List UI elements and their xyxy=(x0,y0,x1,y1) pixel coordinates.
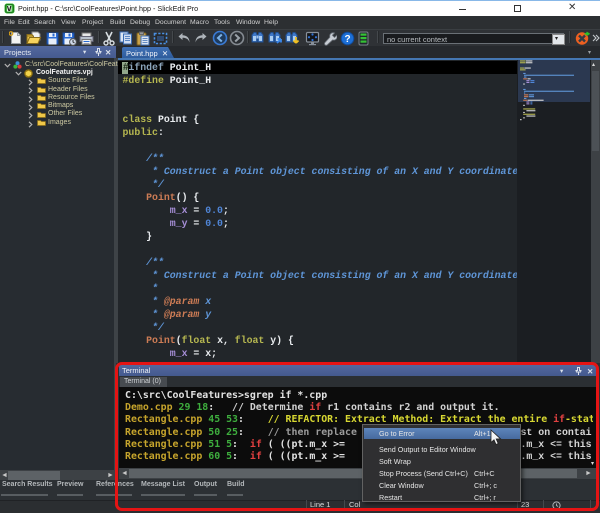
svg-text:?: ? xyxy=(344,34,350,45)
